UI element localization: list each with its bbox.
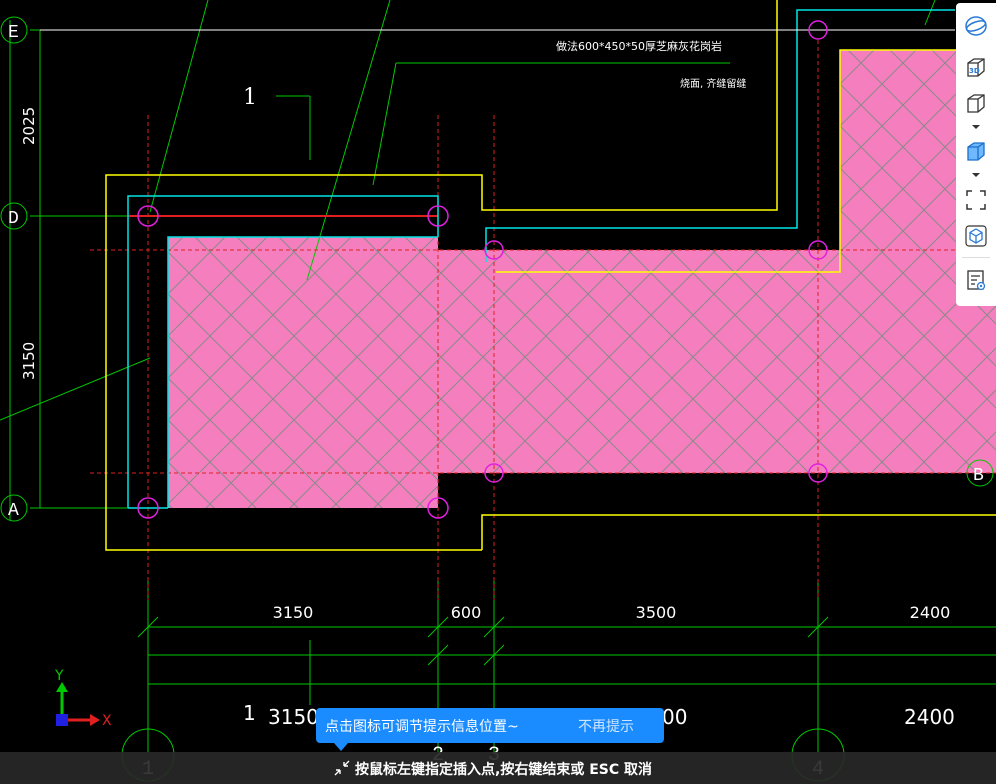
- annotation-1: 1: [243, 85, 257, 110]
- dim-3150: 3150: [273, 603, 314, 622]
- 3d-label: 3D: [969, 67, 980, 75]
- cube-select-icon[interactable]: [960, 221, 992, 251]
- cad-canvas[interactable]: E D A B 1 2 3 4 2025 3150 3150 600 3500 …: [0, 0, 996, 784]
- bottom-dim-2400: 2400: [904, 705, 955, 729]
- box-view-icon[interactable]: [960, 89, 992, 119]
- command-prompt-text: 按鼠标左键指定插入点,按右键结束或 ESC 取消: [355, 762, 652, 778]
- hint-message: 点击图标可调节提示信息位置~: [325, 719, 519, 735]
- shaded-box-icon[interactable]: [960, 137, 992, 167]
- properties-icon[interactable]: [960, 265, 992, 295]
- zoom-extents-icon[interactable]: [960, 185, 992, 215]
- ucs-y-label: Y: [54, 668, 64, 684]
- bottom-dim-3150: 3150: [268, 705, 319, 729]
- dim-600: 600: [451, 603, 482, 622]
- orbit-icon[interactable]: [960, 11, 992, 41]
- dim-3150-vertical: 3150: [20, 342, 38, 380]
- collapse-arrows-icon[interactable]: [332, 758, 352, 778]
- ucs-icon: Y X: [54, 668, 112, 729]
- ucs-x-label: X: [102, 713, 112, 729]
- dim-2025: 2025: [20, 107, 38, 145]
- shaded-box-dropdown-icon[interactable]: [960, 169, 992, 181]
- bottom-dim-00: 00: [662, 705, 687, 729]
- dim-3500: 3500: [636, 603, 677, 622]
- bottom-label-1: 1: [243, 701, 256, 725]
- axis-label-e: E: [8, 23, 19, 43]
- dont-show-again-link[interactable]: 不再提示: [578, 716, 634, 736]
- axis-label-a: A: [8, 501, 19, 521]
- box-view-dropdown-icon[interactable]: [960, 121, 992, 133]
- command-prompt-bar: 按鼠标左键指定插入点,按右键结束或 ESC 取消: [0, 752, 996, 784]
- tooltip-pointer: [334, 743, 348, 751]
- material-note: 做法600*450*50厚芝麻灰花岗岩: [556, 39, 722, 53]
- axis-label-d: D: [8, 209, 19, 229]
- axis-label-b: B: [973, 466, 984, 486]
- toolbar-divider: [962, 257, 990, 258]
- finish-note: 烧面, 齐缝留缝: [680, 77, 746, 90]
- 3d-view-icon[interactable]: 3D: [960, 53, 992, 83]
- view-toolbar: 3D: [956, 3, 996, 306]
- hatched-slab[interactable]: [168, 50, 996, 508]
- hint-tooltip[interactable]: 点击图标可调节提示信息位置~ 不再提示: [316, 708, 664, 751]
- dim-2400: 2400: [910, 603, 951, 622]
